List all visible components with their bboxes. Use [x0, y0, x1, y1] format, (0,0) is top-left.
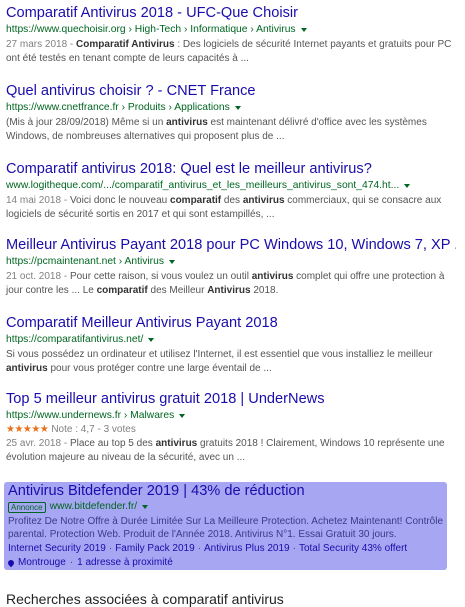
related-searches-heading: Recherches associées à comparatif antivi… — [6, 591, 284, 607]
ad-location-name[interactable]: Montrouge — [18, 556, 66, 569]
result-url-line: https://www.cnetfrance.fr › Produits › A… — [6, 101, 456, 115]
caret-down-icon[interactable] — [404, 184, 411, 188]
result-2: Quel antivirus choisir ? - CNET France h… — [6, 82, 456, 143]
ad-sitelink[interactable]: Total Security 43% offert — [299, 543, 407, 554]
result-title[interactable]: Comparatif antivirus 2018: Quel est le m… — [6, 160, 456, 178]
result-title[interactable]: Top 5 meilleur antivirus gratuit 2018 | … — [6, 390, 456, 408]
result-url[interactable]: https://pcmaintenant.net › Antivirus — [6, 255, 164, 269]
result-title[interactable]: Comparatif Meilleur Antivirus Payant 201… — [6, 314, 456, 332]
ad-url-line: Annonce www.bitdefender.fr/ — [8, 500, 446, 514]
result-1: Comparatif Antivirus 2018 - UFC-Que Choi… — [6, 4, 456, 65]
result-url-line: www.logitheque.com/.../comparatif_antivi… — [6, 179, 456, 193]
result-4: Meilleur Antivirus Payant 2018 pour PC W… — [6, 236, 456, 297]
result-snippet: 21 oct. 2018 - Pour cette raison, si vou… — [6, 271, 445, 296]
rating-line: ★★★★★ Note : 4,7 - 3 votes — [6, 423, 456, 436]
caret-down-icon[interactable] — [168, 260, 175, 264]
ad-location-extra[interactable]: 1 adresse à proximité — [77, 556, 173, 569]
ad-location: Montrouge · 1 adresse à proximité — [6, 556, 446, 569]
rating-stars-icon: ★★★★★ — [6, 424, 49, 435]
result-url[interactable]: https://www.cnetfrance.fr › Produits › A… — [6, 101, 230, 115]
ad-title[interactable]: Antivirus Bitdefender 2019 | 43% de rédu… — [8, 482, 446, 500]
result-url[interactable]: www.logitheque.com/.../comparatif_antivi… — [6, 179, 399, 193]
result-snippet: 25 avr. 2018 - Place au top 5 des antivi… — [6, 438, 445, 463]
result-title[interactable]: Comparatif Antivirus 2018 - UFC-Que Choi… — [6, 4, 456, 22]
result-url-line: https://www.undernews.fr › Malwares — [6, 409, 456, 423]
ad-badge: Annonce — [8, 501, 46, 513]
result-url[interactable]: https://www.undernews.fr › Malwares — [6, 409, 174, 423]
result-url-line: https://comparatifantivirus.net/ — [6, 333, 456, 347]
ad-snippet: Profitez De Notre Offre à Durée Limitée … — [8, 516, 444, 540]
ad-sitelink[interactable]: Family Pack 2019 — [115, 543, 194, 554]
result-6: Top 5 meilleur antivirus gratuit 2018 | … — [6, 390, 456, 464]
caret-down-icon[interactable] — [179, 414, 186, 418]
ad-sitelink[interactable]: Antivirus Plus 2019 — [204, 543, 290, 554]
caret-down-icon[interactable] — [142, 505, 149, 509]
result-snippet: Si vous possédez un ordinateur et utilis… — [6, 349, 433, 374]
result-url-line: https://pcmaintenant.net › Antivirus — [6, 255, 456, 269]
result-snippet: (Mis à jour 28/09/2018) Même si un antiv… — [6, 117, 427, 142]
rating-text: Note : 4,7 - 3 votes — [51, 424, 136, 435]
result-snippet: 14 mai 2018 - Voici donc le nouveau comp… — [6, 195, 442, 220]
ad-result: Antivirus Bitdefender 2019 | 43% de rédu… — [4, 482, 447, 570]
ad-sitelinks: Internet Security 2019 · Family Pack 2019 ·… — [8, 543, 408, 554]
result-title[interactable]: Meilleur Antivirus Payant 2018 pour PC W… — [6, 236, 456, 254]
ad-sitelink[interactable]: Internet Security 2019 — [8, 543, 106, 554]
ad-url[interactable]: www.bitdefender.fr/ — [50, 500, 138, 514]
caret-down-icon[interactable] — [234, 106, 241, 110]
search-results: Comparatif Antivirus 2018 - UFC-Que Choi… — [0, 0, 465, 607]
caret-down-icon[interactable] — [148, 338, 155, 342]
result-snippet: 27 mars 2018 - Comparatif Antivirus : De… — [6, 39, 452, 64]
location-pin-icon — [6, 558, 16, 567]
result-3: Comparatif antivirus 2018: Quel est le m… — [6, 160, 456, 221]
result-title[interactable]: Quel antivirus choisir ? - CNET France — [6, 82, 456, 100]
result-url-line: https://www.quechoisir.org › High-Tech ›… — [6, 23, 456, 37]
result-5: Comparatif Meilleur Antivirus Payant 201… — [6, 314, 456, 375]
caret-down-icon[interactable] — [300, 28, 307, 32]
result-url[interactable]: https://www.quechoisir.org › High-Tech ›… — [6, 23, 296, 37]
result-url[interactable]: https://comparatifantivirus.net/ — [6, 333, 143, 347]
